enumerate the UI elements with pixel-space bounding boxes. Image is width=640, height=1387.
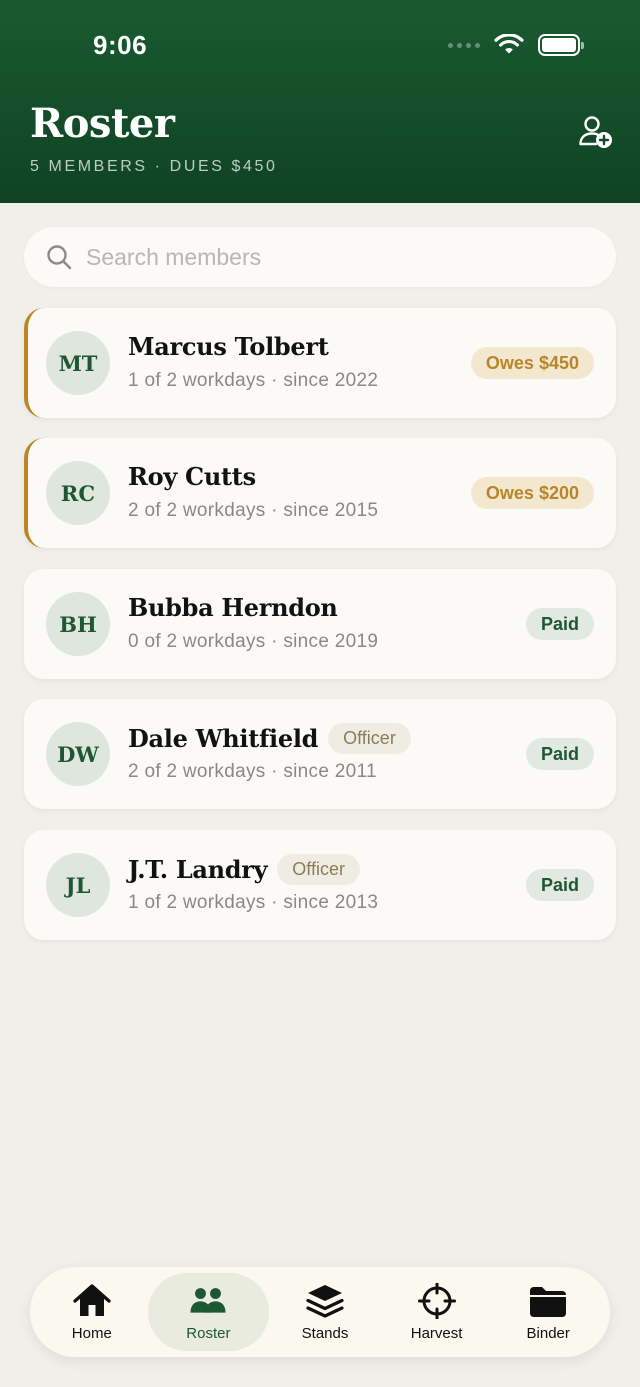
avatar: DW	[46, 722, 110, 786]
people-icon	[190, 1287, 226, 1313]
member-card[interactable]: JL J.T. Landry Officer 1 of 2 workdays ·…	[24, 830, 616, 940]
tab-label: Home	[71, 1324, 112, 1342]
member-name-row: Roy Cutts	[128, 462, 256, 491]
member-name: Dale Whitfield	[128, 724, 319, 753]
page-subtitle: 5 MEMBERS · DUES $450	[30, 158, 278, 175]
page-title: Roster	[30, 100, 175, 147]
member-card[interactable]: MT Marcus Tolbert 1 of 2 workdays · sinc…	[24, 308, 616, 418]
member-name-row: J.T. Landry Officer	[128, 854, 360, 885]
member-card[interactable]: RC Roy Cutts 2 of 2 workdays · since 201…	[24, 438, 616, 548]
wifi-icon	[494, 34, 524, 54]
add-member-icon[interactable]	[578, 114, 614, 150]
tab-label: Binder	[526, 1324, 570, 1342]
tab-harvest[interactable]: Harvest	[381, 1273, 493, 1351]
tab-label: Roster	[186, 1324, 231, 1342]
member-meta: 0 of 2 workdays · since 2019	[128, 631, 379, 652]
member-name: J.T. Landry	[128, 855, 268, 884]
member-name: Bubba Herndon	[128, 593, 338, 622]
tab-binder[interactable]: Binder	[492, 1273, 604, 1351]
dues-badge: Paid	[525, 869, 594, 901]
status-icons	[448, 34, 584, 56]
member-meta: 2 of 2 workdays · since 2015	[128, 500, 379, 521]
avatar: BH	[46, 592, 110, 656]
member-name-row: Marcus Tolbert	[128, 332, 329, 361]
tab-label: Harvest	[410, 1324, 463, 1342]
search-bar[interactable]	[24, 227, 616, 287]
officer-badge: Officer	[328, 723, 411, 754]
dues-badge: Owes $200	[470, 477, 594, 509]
tab-stands[interactable]: Stands	[269, 1273, 381, 1351]
avatar: RC	[46, 461, 110, 525]
dues-badge: Paid	[525, 608, 594, 640]
tab-home[interactable]: Home	[36, 1273, 148, 1351]
tab-label: Stands	[301, 1324, 349, 1342]
cellular-signal-icon	[448, 42, 480, 48]
tab-roster[interactable]: Roster	[147, 1273, 270, 1351]
member-name-row: Dale Whitfield Officer	[128, 723, 411, 754]
member-card[interactable]: BH Bubba Herndon 0 of 2 workdays · since…	[24, 569, 616, 679]
search-icon	[47, 245, 72, 270]
tab-bar: Home Roster Stands Harvest Binder	[30, 1267, 610, 1357]
layers-icon	[306, 1284, 344, 1318]
search-input[interactable]	[86, 243, 566, 271]
dues-badge: Paid	[525, 738, 594, 770]
officer-badge: Officer	[277, 854, 360, 885]
battery-icon	[538, 34, 584, 56]
member-meta: 2 of 2 workdays · since 2011	[128, 761, 377, 782]
member-name: Roy Cutts	[128, 462, 256, 491]
crosshair-icon	[417, 1282, 456, 1319]
dues-badge: Owes $450	[470, 347, 594, 379]
member-card[interactable]: DW Dale Whitfield Officer 2 of 2 workday…	[24, 699, 616, 809]
status-time: 9:06	[93, 30, 148, 60]
home-icon	[73, 1283, 111, 1316]
member-meta: 1 of 2 workdays · since 2013	[128, 892, 379, 913]
member-name-row: Bubba Herndon	[128, 593, 338, 622]
header: 9:06 Roster 5 MEMBERS · DUES $450	[0, 0, 640, 203]
avatar: JL	[46, 853, 110, 917]
member-name: Marcus Tolbert	[128, 332, 329, 361]
avatar: MT	[46, 331, 110, 395]
folder-icon	[530, 1286, 567, 1317]
member-meta: 1 of 2 workdays · since 2022	[128, 370, 379, 391]
